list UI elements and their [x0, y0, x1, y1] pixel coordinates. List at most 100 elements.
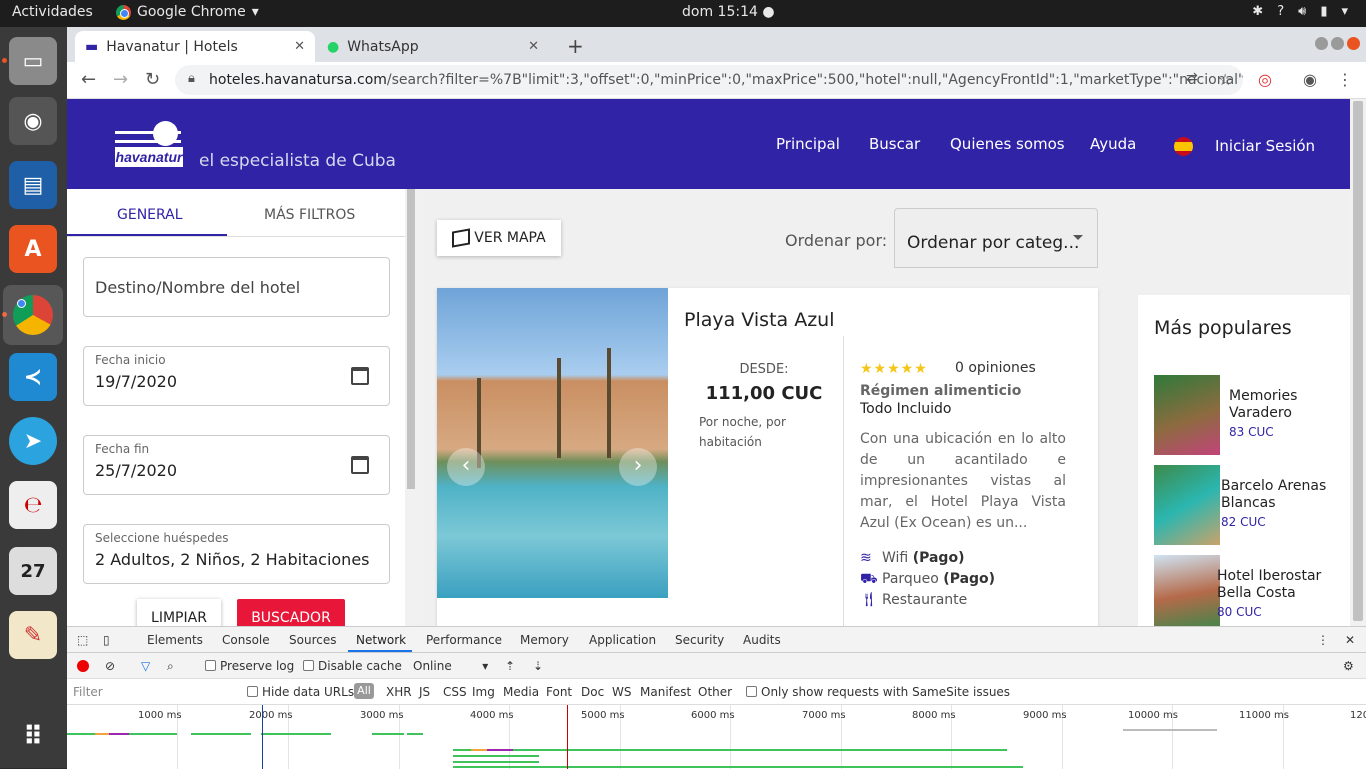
close-icon[interactable]: ✕: [294, 39, 305, 54]
hotel-photo[interactable]: ‹ ›: [437, 288, 668, 598]
text-editor-icon[interactable]: ✎: [9, 611, 57, 659]
chevron-down-icon[interactable]: ▾: [1341, 4, 1348, 19]
popular-thumbnail[interactable]: [1154, 375, 1220, 455]
popular-item[interactable]: Memories Varadero 83 CUC: [1154, 375, 1350, 455]
telegram-icon[interactable]: ➤: [9, 417, 57, 465]
network-filter-input[interactable]: Filter: [69, 682, 233, 702]
throttle-select[interactable]: Online ▾: [413, 659, 488, 673]
forward-button[interactable]: →: [113, 69, 128, 90]
devtools-tab-performance[interactable]: Performance: [426, 633, 502, 647]
search-icon[interactable]: ⌕: [167, 659, 174, 674]
calendar-icon[interactable]: [351, 456, 369, 474]
gear-icon[interactable]: ⚙: [1343, 659, 1354, 673]
popular-name[interactable]: Hotel Iberostar Bella Costa: [1217, 568, 1342, 602]
devtools-tab-console[interactable]: Console: [222, 633, 270, 647]
popular-name[interactable]: Memories Varadero: [1229, 388, 1354, 422]
nav-quienes-somos[interactable]: Quienes somos: [950, 135, 1065, 153]
disable-cache-checkbox[interactable]: Disable cache: [303, 659, 402, 673]
volume-icon[interactable]: 🔊︎: [1298, 4, 1306, 19]
help-icon[interactable]: ?: [1277, 4, 1284, 19]
translate-icon[interactable]: ⇄: [1186, 70, 1198, 86]
vscode-icon[interactable]: ≺: [9, 353, 57, 401]
type-filter-media[interactable]: Media: [503, 685, 539, 699]
extension-icon[interactable]: ◎: [1258, 70, 1272, 89]
app-menu[interactable]: Google Chrome ▾: [116, 4, 259, 20]
activities-button[interactable]: Actividades: [12, 4, 93, 20]
carousel-next-button[interactable]: ›: [619, 448, 657, 486]
export-icon[interactable]: ⇣: [533, 659, 543, 673]
havanatur-logo[interactable]: havanatur: [115, 121, 183, 169]
tab-whatsapp[interactable]: ● WhatsApp ✕: [317, 31, 549, 62]
show-apps-icon[interactable]: ⠿: [9, 713, 57, 761]
minimize-button[interactable]: [1315, 37, 1328, 50]
end-date-field[interactable]: Fecha fin 25/7/2020: [83, 435, 390, 495]
clear-button[interactable]: LIMPIAR: [137, 599, 221, 626]
bluetooth-icon[interactable]: ✱: [1252, 4, 1263, 19]
address-bar[interactable]: 🔒︎ hoteles.havanatursa.com/search?filter…: [175, 65, 1243, 95]
nav-principal[interactable]: Principal: [776, 135, 840, 153]
maximize-button[interactable]: [1331, 37, 1344, 50]
tab-more-filters[interactable]: MÁS FILTROS: [264, 207, 355, 223]
chrome-dock-icon[interactable]: [3, 285, 63, 345]
devtools-tab-elements[interactable]: Elements: [147, 633, 203, 647]
devtools-tab-memory[interactable]: Memory: [520, 633, 569, 647]
carousel-prev-button[interactable]: ‹: [447, 448, 485, 486]
search-button[interactable]: BUSCADOR: [237, 599, 345, 626]
opinions-count[interactable]: 0 opiniones: [955, 360, 1036, 376]
popular-name[interactable]: Barcelo Arenas Blancas: [1221, 478, 1346, 512]
guests-field[interactable]: Seleccione huéspedes 2 Adultos, 2 Niños,…: [83, 524, 390, 584]
star-icon[interactable]: ☆: [1218, 70, 1232, 89]
devtools-tab-application[interactable]: Application: [589, 633, 656, 647]
tab-havanatur[interactable]: ▬ Havanatur | Hotels ✕: [75, 31, 315, 62]
close-window-button[interactable]: [1347, 37, 1360, 50]
reload-button[interactable]: ↻: [145, 69, 160, 90]
system-tray[interactable]: ✱ ? 🔊︎ ▮ ▾: [1252, 4, 1348, 19]
type-filter-manifest[interactable]: Manifest: [640, 685, 691, 699]
destination-input[interactable]: Destino/Nombre del hotel: [83, 257, 390, 317]
hotel-name[interactable]: Playa Vista Azul: [684, 309, 835, 331]
type-filter-xhr[interactable]: XHR: [386, 685, 412, 699]
software-center-icon[interactable]: A: [9, 225, 57, 273]
hotel-card[interactable]: ‹ › Playa Vista Azul DESDE: 111,00 CUC P…: [437, 288, 1098, 626]
type-filter-all[interactable]: All: [354, 683, 374, 699]
network-overview-timeline[interactable]: 1000 ms 2000 ms 3000 ms 4000 ms 5000 ms …: [67, 705, 1366, 769]
record-button[interactable]: [77, 660, 89, 672]
profile-icon[interactable]: ◉: [1303, 70, 1317, 89]
type-filter-css[interactable]: CSS: [443, 685, 467, 699]
type-filter-ws[interactable]: WS: [612, 685, 631, 699]
devtools-tab-sources[interactable]: Sources: [289, 633, 336, 647]
close-icon[interactable]: ✕: [1345, 633, 1355, 647]
menu-icon[interactable]: ⋮: [1337, 70, 1353, 89]
inspect-icon[interactable]: ⬚: [77, 633, 88, 647]
calendar-icon[interactable]: [351, 367, 369, 385]
back-button[interactable]: ←: [81, 69, 96, 90]
type-filter-img[interactable]: Img: [472, 685, 495, 699]
files-icon[interactable]: ▭: [9, 37, 57, 85]
preserve-log-checkbox[interactable]: Preserve log: [205, 659, 294, 673]
popular-thumbnail[interactable]: [1154, 555, 1220, 626]
hide-data-urls-checkbox[interactable]: Hide data URLs: [247, 685, 354, 699]
clear-icon[interactable]: ⊘: [105, 659, 115, 673]
login-link[interactable]: Iniciar Sesión: [1215, 137, 1315, 155]
spain-flag-icon[interactable]: [1174, 137, 1193, 156]
rhythmbox-icon[interactable]: ◉: [9, 97, 57, 145]
calendar-icon[interactable]: 27: [9, 547, 57, 595]
filter-icon[interactable]: ▽: [141, 659, 150, 673]
devtools-tab-audits[interactable]: Audits: [743, 633, 781, 647]
devtools-tab-network[interactable]: Network: [356, 633, 406, 647]
popular-thumbnail[interactable]: [1154, 465, 1220, 545]
app-icon[interactable]: ℮: [9, 481, 57, 529]
kebab-menu-icon[interactable]: ⋮: [1317, 633, 1329, 647]
clock[interactable]: dom 15:14 ●: [682, 4, 775, 20]
tab-general[interactable]: GENERAL: [117, 207, 183, 223]
writer-icon[interactable]: ▤: [9, 161, 57, 209]
nav-buscar[interactable]: Buscar: [869, 135, 920, 153]
type-filter-font[interactable]: Font: [546, 685, 572, 699]
start-date-field[interactable]: Fecha inicio 19/7/2020: [83, 346, 390, 406]
close-icon[interactable]: ✕: [528, 39, 539, 54]
view-map-button[interactable]: VER MAPA: [437, 220, 561, 256]
type-filter-doc[interactable]: Doc: [581, 685, 604, 699]
type-filter-js[interactable]: JS: [419, 685, 430, 699]
import-icon[interactable]: ⇡: [505, 659, 515, 673]
new-tab-button[interactable]: +: [567, 34, 584, 58]
